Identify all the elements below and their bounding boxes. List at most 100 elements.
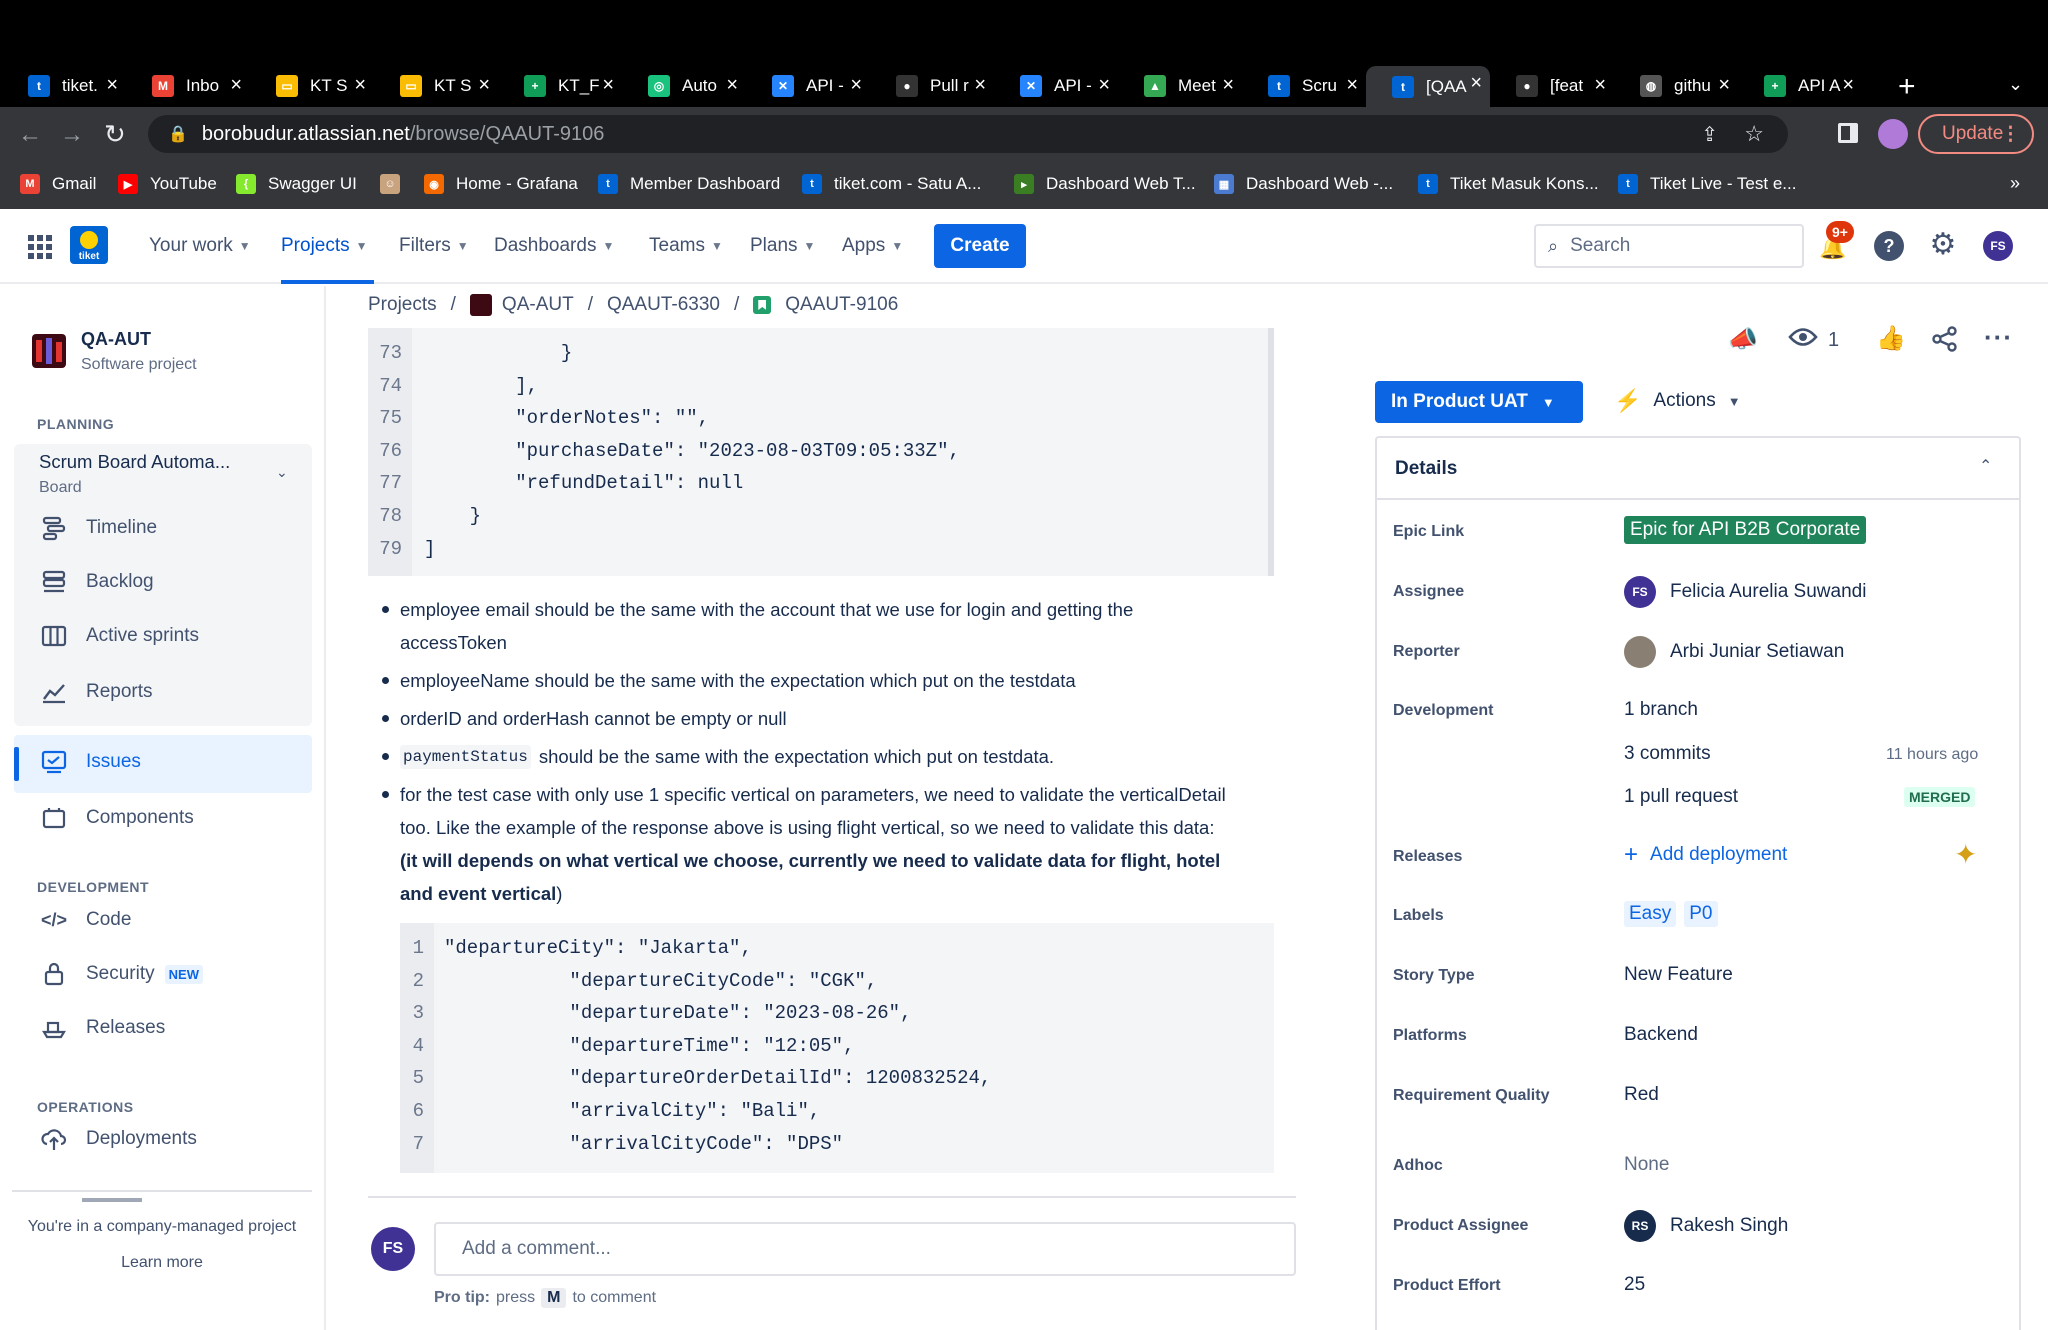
sidebar-item-components[interactable]: Components	[40, 804, 194, 832]
reporter-value[interactable]: Arbi Juniar Setiawan	[1624, 636, 1844, 668]
create-button[interactable]: Create	[934, 224, 1026, 268]
browser-tab[interactable]: ◎ Auto ×	[622, 68, 746, 104]
dev-commits[interactable]: 3 commits	[1624, 743, 1711, 765]
nav-plans[interactable]: Plans ▼	[750, 235, 815, 257]
sidebar-item-issues[interactable]: Issues	[40, 748, 141, 776]
chevron-down-icon[interactable]: ⌄	[276, 464, 288, 481]
tiket-logo[interactable]: tiket	[70, 226, 108, 264]
sidebar-item-deployments[interactable]: Deployments	[40, 1125, 197, 1153]
sidebar-item-code[interactable]: </> Code	[40, 906, 131, 934]
feedback-megaphone-icon[interactable]: 📣	[1728, 325, 1758, 354]
browser-tab[interactable]: ▭ KT S ×	[374, 68, 498, 104]
tab-close-icon[interactable]: ×	[230, 74, 242, 97]
bookmark-item[interactable]: ▦ Dashboard Web -...	[1214, 174, 1393, 194]
browser-tab[interactable]: t [QAA ×	[1366, 66, 1490, 107]
comment-input[interactable]: Add a comment...	[434, 1222, 1296, 1276]
bookmark-item[interactable]: ☺	[380, 174, 412, 194]
learn-more-link[interactable]: Learn more	[0, 1254, 324, 1272]
assignee-value[interactable]: FS Felicia Aurelia Suwandi	[1624, 576, 1866, 608]
epic-lozenge[interactable]: Epic for API B2B Corporate	[1624, 516, 1867, 544]
ai-sparkle-icon[interactable]: ✦	[1954, 838, 1977, 871]
project-name[interactable]: QA-AUT	[81, 329, 151, 350]
breadcrumb-epic[interactable]: QAAUT-6330	[607, 294, 720, 316]
actions-button[interactable]: ⚡ Actions ▼	[1614, 388, 1741, 414]
sidebar-item-releases[interactable]: Releases	[40, 1014, 165, 1042]
tab-close-icon[interactable]: ×	[1222, 74, 1234, 97]
tab-close-icon[interactable]: ×	[602, 74, 614, 97]
breadcrumb-project[interactable]: QA-AUT	[502, 294, 574, 316]
breadcrumb-issue-key[interactable]: QAAUT-9106	[785, 294, 898, 316]
bookmark-item[interactable]: t Member Dashboard	[598, 174, 780, 194]
help-icon[interactable]: ?	[1874, 231, 1904, 261]
bookmark-item[interactable]: {Swagger UI	[236, 174, 357, 194]
reload-icon[interactable]: ↻	[104, 119, 126, 150]
chevron-up-icon[interactable]: ⌃	[1979, 456, 1992, 476]
browser-tab[interactable]: t tiket. ×	[2, 68, 126, 104]
label-tag[interactable]: Easy	[1624, 901, 1677, 927]
nav-filters[interactable]: Filters ▼	[399, 235, 469, 257]
breadcrumb-projects[interactable]: Projects	[368, 294, 437, 316]
side-panel-icon[interactable]	[1838, 123, 1858, 143]
browser-tab[interactable]: ● Pull r ×	[870, 68, 994, 104]
platforms-value[interactable]: Backend	[1624, 1024, 1698, 1046]
nav-projects[interactable]: Projects ▼	[281, 235, 368, 257]
thumbs-up-icon[interactable]: 👍	[1876, 324, 1906, 353]
browser-tab[interactable]: + API A ×	[1738, 68, 1862, 104]
user-avatar[interactable]: FS	[1983, 231, 2013, 261]
requirement-quality-value[interactable]: Red	[1624, 1084, 1659, 1106]
browser-tab[interactable]: ✕ API - ×	[746, 68, 870, 104]
back-icon[interactable]: ←	[18, 121, 42, 149]
app-switcher-icon[interactable]	[28, 235, 52, 259]
browser-tab[interactable]: ◍ githu ×	[1614, 68, 1738, 104]
url-field[interactable]: 🔒 borobudur.atlassian.net/browse/QAAUT-9…	[148, 115, 1788, 153]
nav-teams[interactable]: Teams ▼	[649, 235, 723, 257]
bookmarks-overflow-icon[interactable]: »	[2010, 173, 2020, 194]
share-icon[interactable]	[1932, 326, 1958, 357]
forward-icon[interactable]: →	[60, 121, 84, 149]
sidebar-item-active-sprints[interactable]: Active sprints	[40, 622, 199, 650]
adhoc-value[interactable]: None	[1624, 1154, 1669, 1176]
tab-close-icon[interactable]: ×	[1346, 74, 1358, 97]
sidebar-item-reports[interactable]: Reports	[40, 678, 153, 706]
add-deployment-link[interactable]: + Add deployment	[1624, 843, 1787, 867]
profile-avatar[interactable]	[1878, 119, 1908, 149]
nav-your-work[interactable]: Your work ▼	[149, 235, 251, 257]
browser-tab[interactable]: ● [feat ×	[1490, 68, 1614, 104]
bookmark-item[interactable]: ◉ Home - Grafana	[424, 174, 578, 194]
product-effort-value[interactable]: 25	[1624, 1274, 1645, 1296]
board-name[interactable]: Scrum Board Automa...	[39, 451, 230, 473]
details-header[interactable]	[1377, 438, 2019, 500]
tab-close-icon[interactable]: ×	[1718, 74, 1730, 97]
bookmark-item[interactable]: M Gmail	[20, 174, 96, 194]
tab-close-icon[interactable]: ×	[1842, 74, 1854, 97]
sidebar-item-timeline[interactable]: Timeline	[40, 514, 157, 542]
settings-gear-icon[interactable]: ⚙	[1928, 228, 1958, 261]
new-tab-icon[interactable]: +	[1898, 70, 1916, 104]
browser-tab[interactable]: M Inbo ×	[126, 68, 250, 104]
browser-tab[interactable]: t Scru ×	[1242, 68, 1366, 104]
bookmark-item[interactable]: t tiket.com - Satu A...	[802, 174, 981, 194]
tab-close-icon[interactable]: ×	[478, 74, 490, 97]
browser-tab[interactable]: + KT_F ×	[498, 68, 622, 104]
browser-tab[interactable]: ▲ Meet ×	[1118, 68, 1242, 104]
search-input[interactable]: ⌕ Search	[1534, 224, 1804, 268]
tab-close-icon[interactable]: ×	[354, 74, 366, 97]
dev-branch[interactable]: 1 branch	[1624, 699, 1698, 721]
tab-close-icon[interactable]: ×	[1594, 74, 1606, 97]
sidebar-item-backlog[interactable]: Backlog	[40, 568, 154, 596]
dev-pull-request[interactable]: 1 pull request	[1624, 786, 1738, 808]
story-type-value[interactable]: New Feature	[1624, 964, 1733, 986]
tab-close-icon[interactable]: ×	[106, 74, 118, 97]
epic-link-value[interactable]: Epic for API B2B Corporate	[1624, 516, 1867, 544]
more-actions-icon[interactable]: ···	[1984, 322, 2013, 353]
label-tag[interactable]: P0	[1684, 901, 1718, 927]
update-button[interactable]: Update ⋮	[1918, 114, 2034, 154]
nav-dashboards[interactable]: Dashboards ▼	[494, 235, 614, 257]
tab-close-icon[interactable]: ×	[850, 74, 862, 97]
tab-close-icon[interactable]: ×	[1098, 74, 1110, 97]
bookmark-item[interactable]: t Tiket Masuk Kons...	[1418, 174, 1599, 194]
bookmark-item[interactable]: ▶ YouTube	[118, 174, 217, 194]
product-assignee-value[interactable]: RS Rakesh Singh	[1624, 1210, 1788, 1242]
bookmark-item[interactable]: t Tiket Live - Test e...	[1618, 174, 1796, 194]
tab-close-icon[interactable]: ×	[726, 74, 738, 97]
